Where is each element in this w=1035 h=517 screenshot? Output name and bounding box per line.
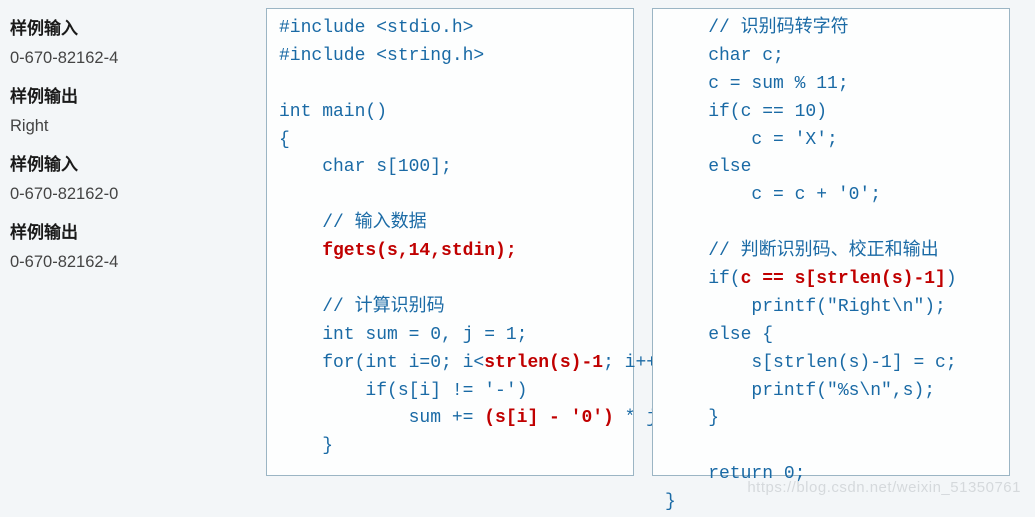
sample-input-heading-1: 样例输入 <box>10 14 248 39</box>
sample-output-value-2: 0-670-82162-4 <box>10 253 248 272</box>
highlighted-strlen-1: strlen(s)-1 <box>484 353 603 373</box>
code-block-left: #include <stdio.h> #include <string.h> i… <box>266 8 634 476</box>
sample-input-value-2: 0-670-82162-0 <box>10 185 248 204</box>
sample-input-heading-2: 样例输入 <box>10 150 248 175</box>
sample-io-panel: 样例输入 0-670-82162-4 样例输出 Right 样例输入 0-670… <box>10 8 248 476</box>
highlighted-expr: (s[i] - '0') <box>484 408 614 428</box>
code-content-right: // 识别码转字符 char c; c = sum % 11; if(c == … <box>665 15 997 517</box>
sample-output-value-1: Right <box>10 117 248 136</box>
highlighted-fgets: fgets(s,14,stdin); <box>279 241 517 261</box>
watermark-text: https://blog.csdn.net/weixin_51350761 <box>747 479 1021 496</box>
code-content-left: #include <stdio.h> #include <string.h> i… <box>279 15 621 461</box>
sample-output-heading-2: 样例输出 <box>10 218 248 243</box>
highlighted-compare: c == s[strlen(s)-1] <box>741 269 946 289</box>
code-block-right: // 识别码转字符 char c; c = sum % 11; if(c == … <box>652 8 1010 476</box>
page-container: 样例输入 0-670-82162-4 样例输出 Right 样例输入 0-670… <box>0 0 1035 484</box>
sample-input-value-1: 0-670-82162-4 <box>10 49 248 68</box>
sample-output-heading-1: 样例输出 <box>10 82 248 107</box>
